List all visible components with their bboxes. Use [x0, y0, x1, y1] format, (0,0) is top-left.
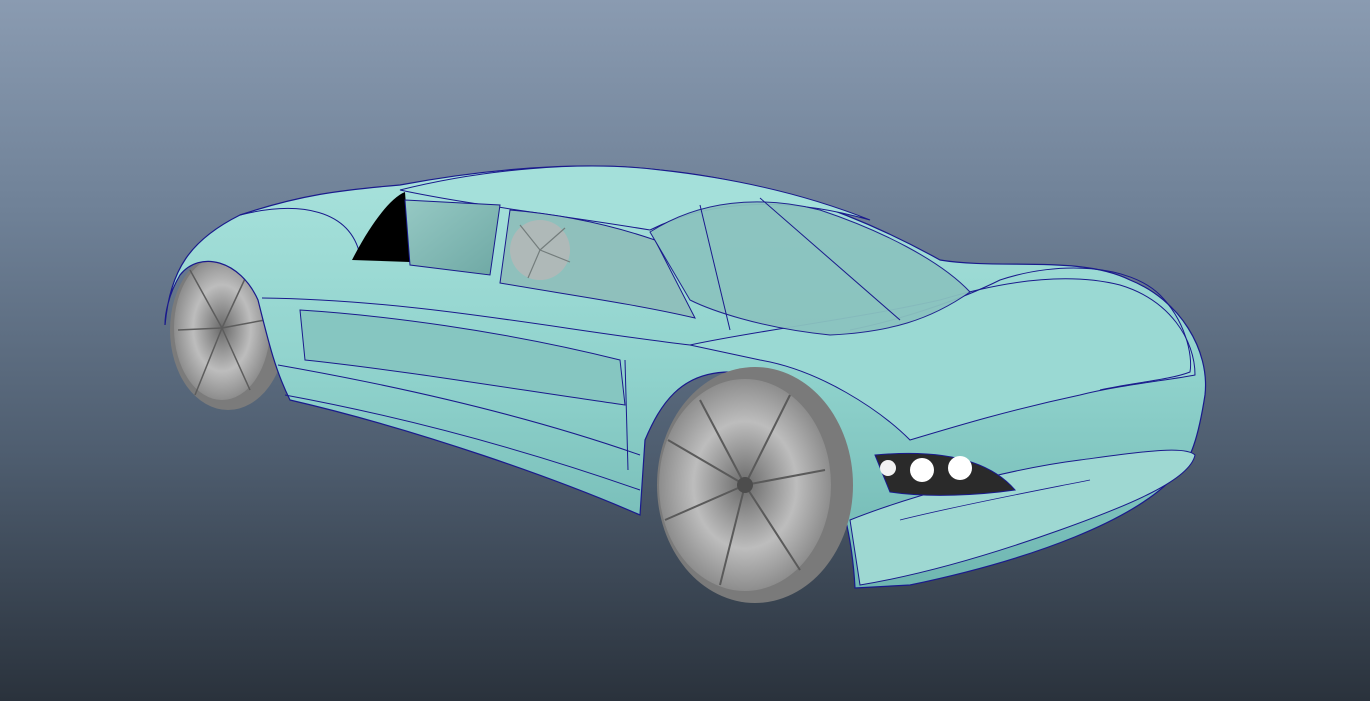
front-wheel	[657, 367, 853, 603]
3d-viewport[interactable]	[0, 0, 1370, 701]
car-model[interactable]	[0, 0, 1370, 701]
interior-wheel	[510, 220, 571, 280]
